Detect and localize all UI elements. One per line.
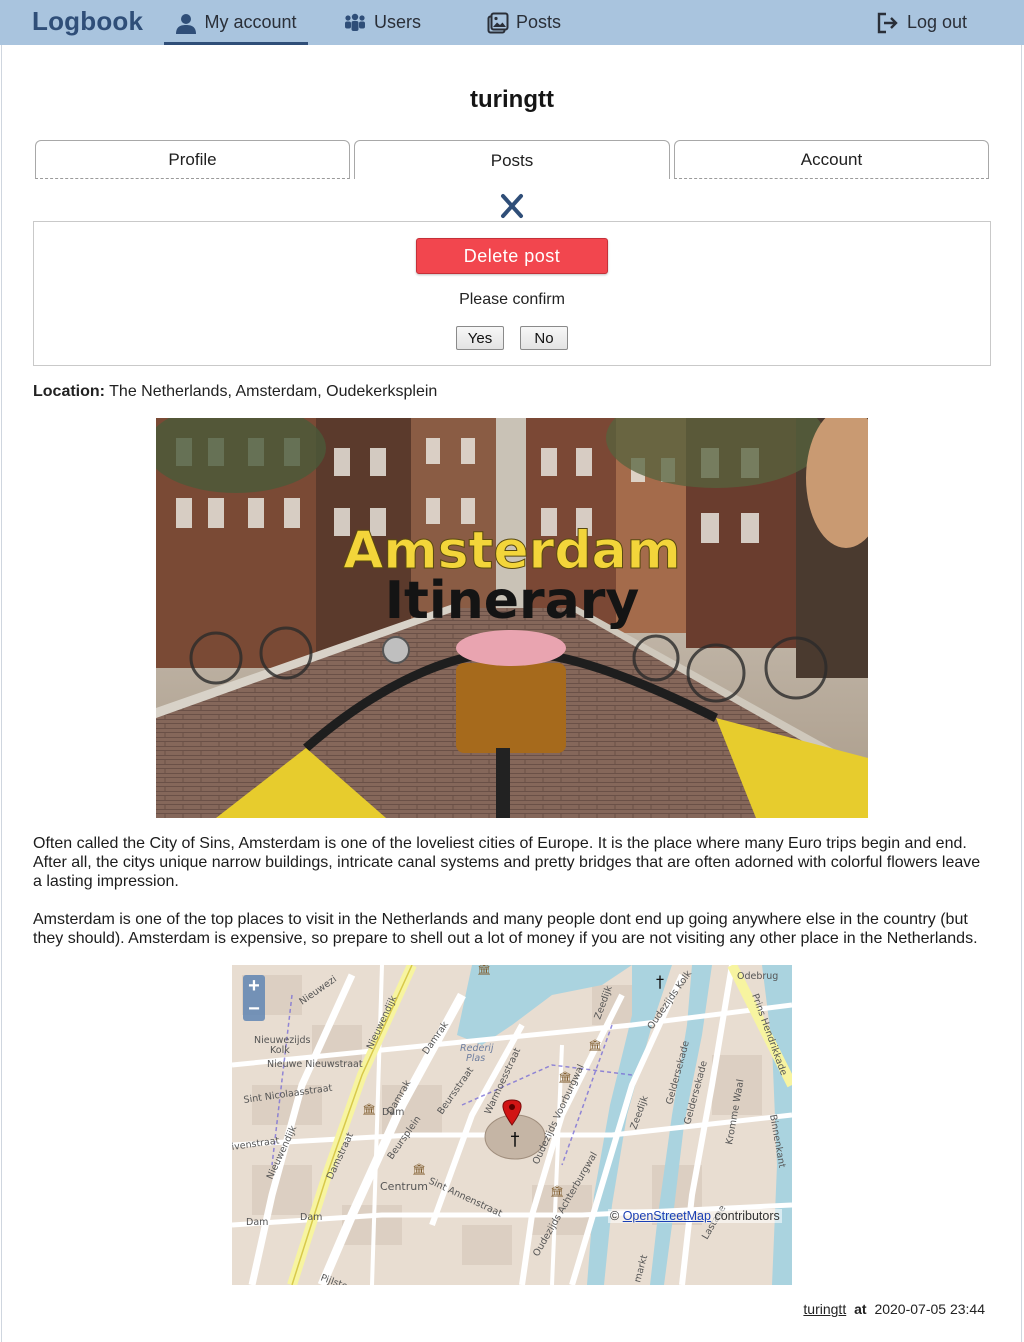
posts-image-icon — [487, 12, 509, 33]
image-title-itinerary: Itinerary — [385, 571, 640, 631]
map-attribution: © OpenStreetMap contributors — [608, 1209, 782, 1223]
svg-text:Dam: Dam — [382, 1107, 404, 1118]
post-paragraph-1: Often called the City of Sins, Amsterdam… — [33, 835, 981, 890]
post-author-link[interactable]: turingtt — [803, 1301, 846, 1317]
location-value: The Netherlands, Amsterdam, Oudekerksple… — [109, 383, 438, 400]
brand-logo[interactable]: Logbook — [32, 6, 143, 37]
nav-posts[interactable]: Posts — [487, 0, 561, 45]
svg-text:🏛: 🏛 — [362, 1103, 376, 1116]
svg-text:Plas: Plas — [466, 1053, 485, 1064]
svg-text:Dam: Dam — [300, 1212, 322, 1223]
map-zoom-in-button[interactable]: + — [243, 976, 265, 996]
attribution-suffix: contributors — [714, 1209, 780, 1223]
close-icon[interactable] — [498, 193, 526, 219]
nav-users-label: Users — [374, 12, 422, 32]
svg-text:Nieuwe Nieuwstraat: Nieuwe Nieuwstraat — [267, 1059, 363, 1070]
confirm-prompt: Please confirm — [459, 291, 565, 308]
post-at-label: at — [854, 1301, 867, 1317]
delete-post-button[interactable]: Delete post — [416, 238, 608, 274]
post-location: Location: The Netherlands, Amsterdam, Ou… — [33, 383, 437, 401]
post-footer: turingtt at 2020-07-05 23:44 — [803, 1301, 985, 1317]
attribution-copyright: © — [610, 1209, 620, 1223]
post-image: Amsterdam Itinerary — [156, 418, 868, 818]
logout-icon — [877, 12, 898, 33]
map-zoom-control: + − — [243, 975, 265, 1021]
nav-logout[interactable]: Log out — [876, 0, 967, 45]
nav-logout-label: Log out — [907, 12, 968, 32]
post-timestamp: 2020-07-05 23:44 — [874, 1301, 985, 1317]
tab-profile[interactable]: Profile — [35, 140, 350, 179]
post-paragraph-2: Amsterdam is one of the top places to vi… — [33, 911, 978, 947]
tab-posts[interactable]: Posts — [354, 140, 670, 179]
svg-text:Dam: Dam — [246, 1217, 268, 1228]
svg-text:🏛: 🏛 — [477, 965, 491, 976]
users-icon — [345, 13, 365, 31]
svg-text:Centrum: Centrum — [380, 1180, 428, 1193]
openstreetmap-link[interactable]: OpenStreetMap — [623, 1209, 711, 1223]
svg-text:Odebrug: Odebrug — [737, 971, 778, 982]
svg-text:†: † — [656, 972, 664, 991]
profile-username: turingtt — [470, 86, 554, 113]
top-navbar: Logbook My account Users Posts Log out — [0, 0, 1024, 45]
nav-my-account-label: My account — [204, 12, 297, 32]
svg-text:Kolk: Kolk — [270, 1045, 290, 1056]
nav-my-account[interactable]: My account — [164, 0, 308, 45]
tab-account[interactable]: Account — [674, 140, 989, 179]
svg-text:🏛: 🏛 — [412, 1163, 426, 1176]
confirm-no-button[interactable]: No — [520, 326, 568, 350]
map-zoom-out-button[interactable]: − — [243, 999, 265, 1019]
confirm-yes-button[interactable]: Yes — [456, 326, 504, 350]
location-map[interactable]: † † 🏛🏛🏛 🏛🏛🏛 Nieuwezijds Kolk Nieuwe Nieu… — [232, 965, 792, 1285]
location-label: Location: — [33, 383, 105, 400]
svg-text:†: † — [511, 1129, 520, 1150]
nav-users[interactable]: Users — [343, 0, 421, 45]
user-icon — [176, 13, 197, 34]
svg-text:🏛: 🏛 — [550, 1185, 564, 1198]
nav-posts-label: Posts — [516, 12, 562, 32]
svg-text:🏛: 🏛 — [588, 1039, 602, 1052]
